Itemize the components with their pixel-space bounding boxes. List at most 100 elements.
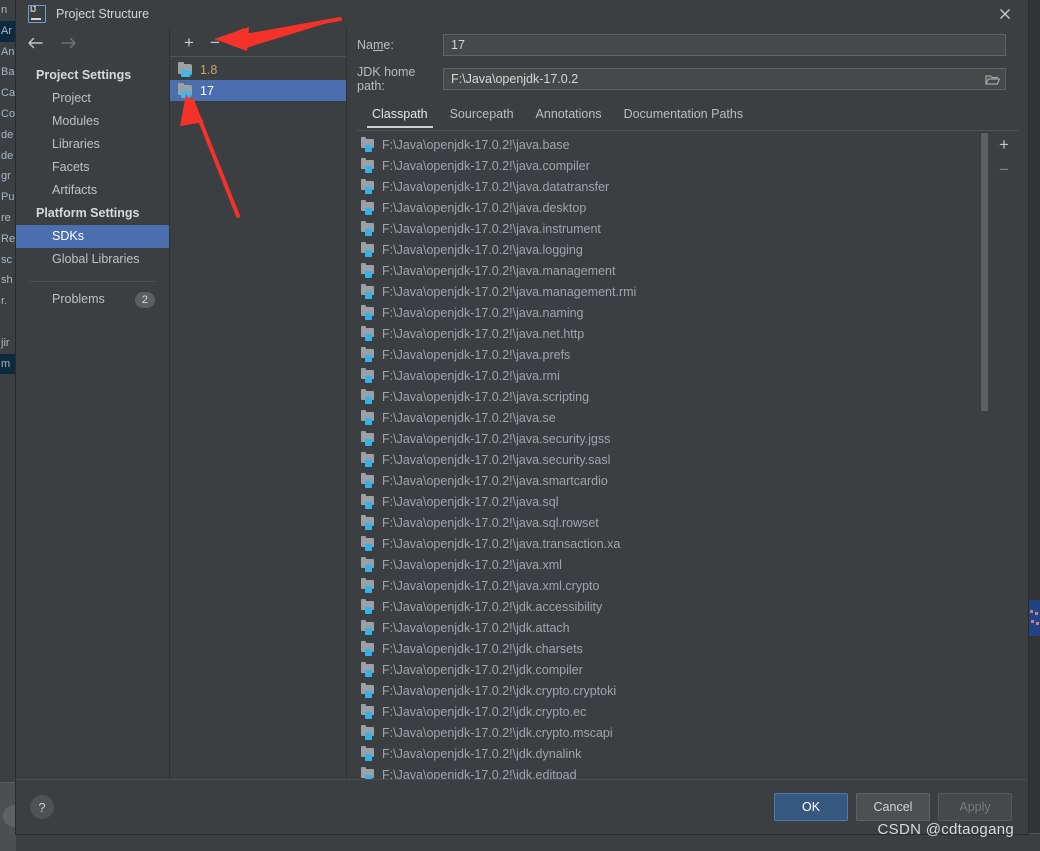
close-icon[interactable] [982, 0, 1028, 28]
background-code-line: de [1, 149, 14, 162]
classpath-row[interactable]: F:\Java\openjdk-17.0.2!\java.xml [357, 554, 979, 575]
classpath-row[interactable]: F:\Java\openjdk-17.0.2!\java.compiler [357, 155, 979, 176]
java-module-icon [361, 221, 375, 236]
classpath-row[interactable]: F:\Java\openjdk-17.0.2!\java.naming [357, 302, 979, 323]
classpath-row[interactable]: F:\Java\openjdk-17.0.2!\jdk.charsets [357, 638, 979, 659]
classpath-entry-label: F:\Java\openjdk-17.0.2!\java.security.sa… [382, 452, 611, 467]
classpath-row[interactable]: F:\Java\openjdk-17.0.2!\jdk.attach [357, 617, 979, 638]
sidebar-item-global-libraries[interactable]: Global Libraries [16, 248, 169, 271]
background-code-line: sc [1, 253, 12, 266]
remove-sdk-button[interactable]: − [204, 31, 226, 53]
jdk-folder-icon [178, 62, 193, 77]
detail-tabs: Classpath Sourcepath Annotations Documen… [347, 100, 1028, 128]
help-button[interactable]: ? [30, 795, 54, 819]
classpath-row[interactable]: F:\Java\openjdk-17.0.2!\java.instrument [357, 218, 979, 239]
classpath-row[interactable]: F:\Java\openjdk-17.0.2!\java.security.jg… [357, 428, 979, 449]
jdk-home-path-label: JDK home path: [357, 65, 416, 93]
background-code-line: Re [1, 232, 16, 245]
classpath-row[interactable]: F:\Java\openjdk-17.0.2!\java.desktop [357, 197, 979, 218]
name-label: Name: [357, 38, 394, 52]
classpath-row[interactable]: F:\Java\openjdk-17.0.2!\java.management.… [357, 281, 979, 302]
apply-button[interactable]: Apply [938, 793, 1012, 821]
sidebar-item-sdks[interactable]: SDKs [16, 225, 169, 248]
arrow-left-icon[interactable] [26, 34, 44, 52]
classpath-row[interactable]: F:\Java\openjdk-17.0.2!\java.logging [357, 239, 979, 260]
sidebar-item-problems[interactable]: Problems 2 [16, 288, 169, 311]
classpath-row[interactable]: F:\Java\openjdk-17.0.2!\jdk.accessibilit… [357, 596, 979, 617]
sidebar-history-controls [16, 28, 169, 58]
classpath-row[interactable]: F:\Java\openjdk-17.0.2!\java.security.sa… [357, 449, 979, 470]
java-module-icon [361, 242, 375, 257]
background-code-line: jir [1, 336, 10, 349]
classpath-row[interactable]: F:\Java\openjdk-17.0.2!\java.smartcardio [357, 470, 979, 491]
classpath-entry-label: F:\Java\openjdk-17.0.2!\java.transaction… [382, 536, 621, 551]
sidebar-item-facets[interactable]: Facets [16, 156, 169, 179]
classpath-row[interactable]: F:\Java\openjdk-17.0.2!\java.rmi [357, 365, 979, 386]
sdk-name-input[interactable] [443, 34, 1006, 56]
arrow-right-icon[interactable] [60, 34, 78, 52]
sdk-toolbar: + − [170, 28, 346, 57]
sidebar-item-libraries[interactable]: Libraries [16, 133, 169, 156]
classpath-row[interactable]: F:\Java\openjdk-17.0.2!\jdk.compiler [357, 659, 979, 680]
add-sdk-button[interactable]: + [178, 31, 200, 53]
tab-sourcepath[interactable]: Sourcepath [439, 106, 525, 128]
classpath-entry-label: F:\Java\openjdk-17.0.2!\java.management.… [382, 284, 637, 299]
classpath-row[interactable]: F:\Java\openjdk-17.0.2!\java.scripting [357, 386, 979, 407]
classpath-scrollbar[interactable] [979, 131, 990, 779]
classpath-list[interactable]: F:\Java\openjdk-17.0.2!\java.base F:\Java… [357, 131, 979, 779]
add-classpath-button[interactable]: + [993, 133, 1015, 155]
list-item[interactable]: 17 [170, 80, 346, 101]
tab-documentation-paths[interactable]: Documentation Paths [613, 106, 755, 128]
scrollbar-thumb[interactable] [981, 133, 988, 411]
tab-annotations[interactable]: Annotations [525, 106, 613, 128]
classpath-row[interactable]: F:\Java\openjdk-17.0.2!\jdk.dynalink [357, 743, 979, 764]
java-module-icon [361, 599, 375, 614]
classpath-entry-label: F:\Java\openjdk-17.0.2!\java.rmi [382, 368, 560, 383]
remove-classpath-button[interactable]: − [993, 158, 1015, 180]
classpath-row[interactable]: F:\Java\openjdk-17.0.2!\java.net.http [357, 323, 979, 344]
settings-sidebar: Project Settings Project Modules Librari… [16, 28, 170, 779]
list-item[interactable]: 1.8 [170, 59, 346, 80]
classpath-row[interactable]: F:\Java\openjdk-17.0.2!\java.sql [357, 491, 979, 512]
jdk-folder-icon [178, 83, 193, 98]
classpath-entry-label: F:\Java\openjdk-17.0.2!\java.management [382, 263, 616, 278]
classpath-entry-label: F:\Java\openjdk-17.0.2!\java.desktop [382, 200, 587, 215]
java-module-icon [361, 431, 375, 446]
sidebar-group-platform-settings: Platform Settings [36, 206, 140, 220]
classpath-row[interactable]: F:\Java\openjdk-17.0.2!\java.se [357, 407, 979, 428]
ok-button[interactable]: OK [774, 793, 848, 821]
classpath-row[interactable]: F:\Java\openjdk-17.0.2!\java.base [357, 134, 979, 155]
java-module-icon [361, 452, 375, 467]
java-module-icon [361, 473, 375, 488]
sidebar-item-project[interactable]: Project [16, 87, 169, 110]
jdk-home-path-input[interactable] [443, 68, 1006, 90]
classpath-row[interactable]: F:\Java\openjdk-17.0.2!\jdk.crypto.crypt… [357, 680, 979, 701]
java-module-icon [361, 746, 375, 761]
folder-browse-icon[interactable] [982, 70, 1002, 88]
sdk-detail-panel: Name: JDK home path: Classpath [347, 28, 1028, 779]
classpath-row[interactable]: F:\Java\openjdk-17.0.2!\java.prefs [357, 344, 979, 365]
dialog-body: Project Settings Project Modules Librari… [16, 28, 1028, 779]
project-structure-dialog: Project Structure [16, 0, 1028, 838]
java-module-icon [361, 368, 375, 383]
classpath-row[interactable]: F:\Java\openjdk-17.0.2!\jdk.crypto.ec [357, 701, 979, 722]
classpath-entry-label: F:\Java\openjdk-17.0.2!\jdk.dynalink [382, 746, 582, 761]
classpath-entry-label: F:\Java\openjdk-17.0.2!\java.base [382, 137, 570, 152]
sidebar-item-modules[interactable]: Modules [16, 110, 169, 133]
classpath-row[interactable]: F:\Java\openjdk-17.0.2!\java.sql.rowset [357, 512, 979, 533]
classpath-row[interactable]: F:\Java\openjdk-17.0.2!\java.xml.crypto [357, 575, 979, 596]
classpath-row[interactable]: F:\Java\openjdk-17.0.2!\java.management [357, 260, 979, 281]
background-editor-gutter: n Ar An Ba Ca Co de de gr Pu re Re sc sh r. jir m [0, 0, 16, 851]
tab-classpath[interactable]: Classpath [361, 106, 439, 128]
classpath-row[interactable]: F:\Java\openjdk-17.0.2!\java.datatransfe… [357, 176, 979, 197]
cancel-button[interactable]: Cancel [856, 793, 930, 821]
classpath-entry-label: F:\Java\openjdk-17.0.2!\java.xml.crypto [382, 578, 600, 593]
classpath-entry-label: F:\Java\openjdk-17.0.2!\java.security.jg… [382, 431, 611, 446]
java-module-icon [361, 326, 375, 341]
classpath-row[interactable]: F:\Java\openjdk-17.0.2!\jdk.editpad [357, 764, 979, 779]
sidebar-group-project-settings: Project Settings [36, 68, 132, 82]
sidebar-item-artifacts[interactable]: Artifacts [16, 179, 169, 202]
classpath-row[interactable]: F:\Java\openjdk-17.0.2!\jdk.crypto.mscap… [357, 722, 979, 743]
classpath-row[interactable]: F:\Java\openjdk-17.0.2!\java.transaction… [357, 533, 979, 554]
classpath-entry-label: F:\Java\openjdk-17.0.2!\java.naming [382, 305, 584, 320]
